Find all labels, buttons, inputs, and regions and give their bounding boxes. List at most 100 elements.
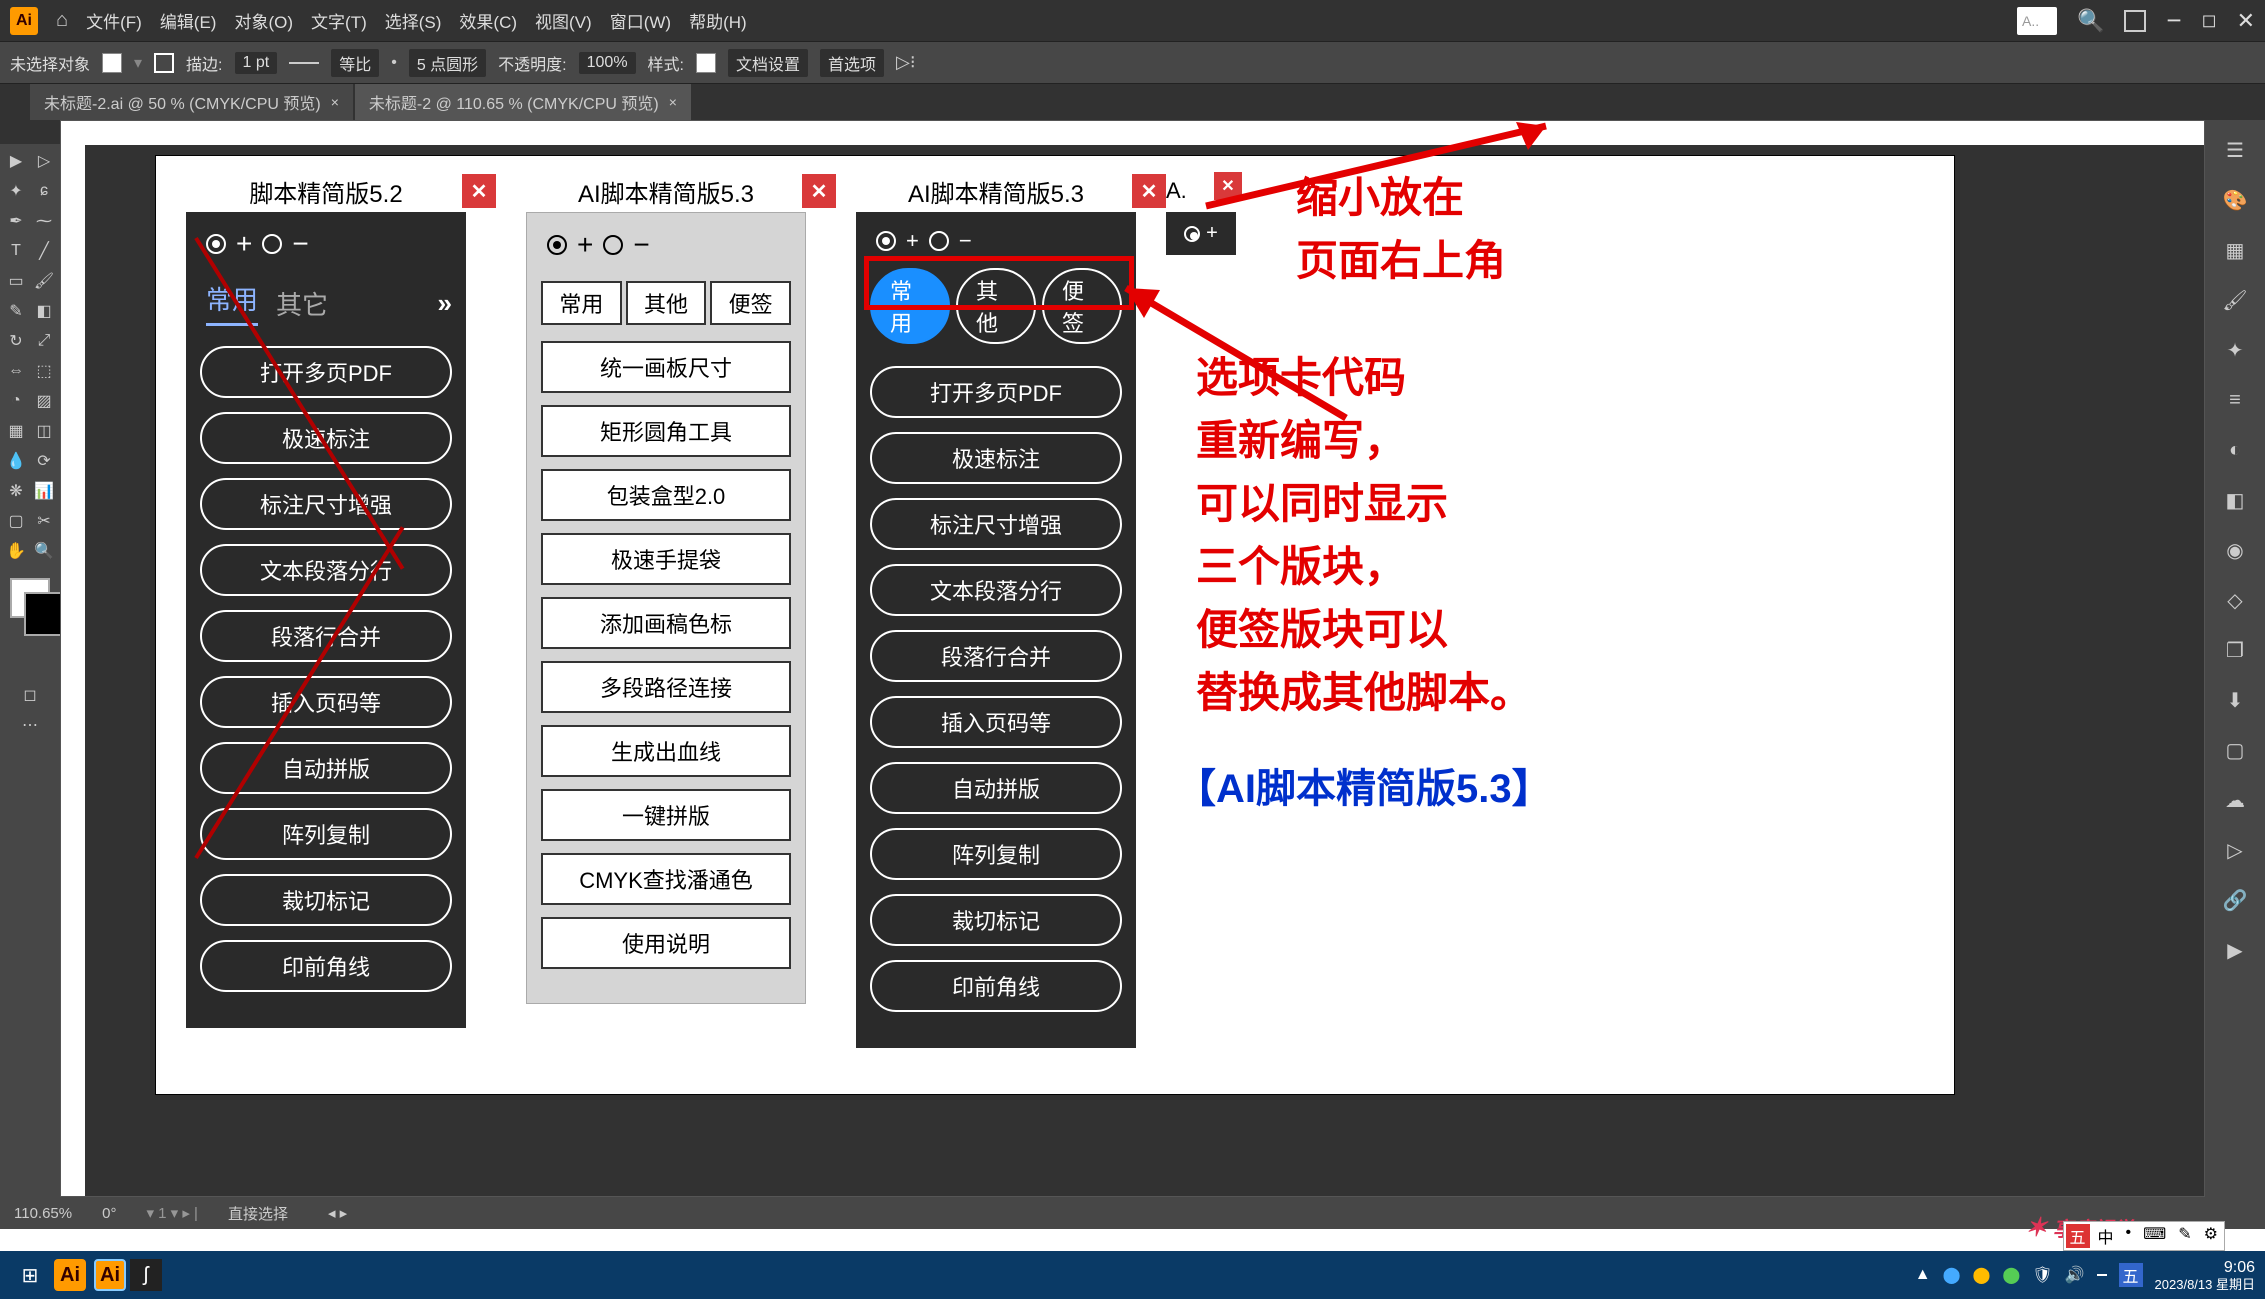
panel-53l-close-button[interactable]: ✕ (802, 174, 836, 208)
panel53d-button-9[interactable]: 印前角线 (870, 960, 1122, 1012)
maximize-icon[interactable]: ◻ (2202, 10, 2217, 31)
blend-tool[interactable]: ⟳ (31, 448, 57, 474)
style-swatch[interactable] (696, 53, 716, 73)
opacity-value[interactable]: 100% (579, 52, 636, 74)
document-tab-2[interactable]: 未标题-2 @ 110.65 % (CMYK/CPU 预览) × (355, 84, 691, 120)
tray-volume-icon[interactable]: 🔊 (2065, 1265, 2085, 1285)
panel53l-button-3[interactable]: 极速手提袋 (541, 533, 791, 585)
gradient-tool[interactable]: ◫ (31, 418, 57, 444)
panel53l-button-0[interactable]: 统一画板尺寸 (541, 341, 791, 393)
tab-common[interactable]: 常用 (541, 281, 622, 325)
asset-icon[interactable]: ⬇ (2219, 684, 2251, 716)
panel52-button-1[interactable]: 极速标注 (200, 412, 452, 464)
panel52-button-4[interactable]: 段落行合并 (200, 610, 452, 662)
selection-tool[interactable]: ▶ (3, 148, 29, 174)
menu-file[interactable]: 文件(F) (86, 8, 142, 33)
panel53l-button-2[interactable]: 包装盒型2.0 (541, 469, 791, 521)
mesh-tool[interactable]: ▦ (3, 418, 29, 444)
close-icon[interactable]: ✕ (2237, 8, 2255, 34)
close-tab-icon[interactable]: × (669, 94, 677, 110)
close-tab-icon[interactable]: × (331, 94, 339, 110)
tray-icon[interactable]: ▲ (1915, 1266, 1931, 1284)
panel52-button-9[interactable]: 印前角线 (200, 940, 452, 992)
type-tool[interactable]: T (3, 238, 29, 264)
transparency-icon[interactable]: ◧ (2219, 484, 2251, 516)
panel52-button-0[interactable]: 打开多页PDF (200, 346, 452, 398)
edit-toolbar-icon[interactable]: ⋯ (17, 712, 43, 738)
stroke-swatch[interactable] (154, 53, 174, 73)
menu-view[interactable]: 视图(V) (535, 8, 592, 33)
menu-type[interactable]: 文字(T) (311, 8, 367, 33)
tray-icon[interactable]: ⬤ (2002, 1265, 2020, 1285)
tray-ime[interactable] (2097, 1274, 2107, 1276)
doc-setup-button[interactable]: 文档设置 (728, 49, 808, 77)
radio-off-icon[interactable] (262, 234, 282, 254)
graph-tool[interactable]: 📊 (31, 478, 57, 504)
tray-icon[interactable]: ⬤ (1943, 1265, 1961, 1285)
taskbar-app[interactable]: ʃ (130, 1259, 162, 1291)
brush-tool[interactable]: 🖌 (31, 268, 57, 294)
properties-icon[interactable]: ☰ (2219, 134, 2251, 166)
panel53l-button-6[interactable]: 生成出血线 (541, 725, 791, 777)
graphic-styles-icon[interactable]: ◇ (2219, 584, 2251, 616)
fill-swatch[interactable] (102, 53, 122, 73)
panel53d-button-0[interactable]: 打开多页PDF (870, 366, 1122, 418)
home-icon[interactable]: ⌂ (56, 9, 68, 32)
radio-on-icon[interactable] (876, 231, 896, 251)
panel53d-button-8[interactable]: 裁切标记 (870, 894, 1122, 946)
ime-indicator[interactable]: 五中•⌨✎⚙ (2063, 1221, 2225, 1251)
direct-select-tool[interactable]: ▷ (31, 148, 57, 174)
appearance-icon[interactable]: ◉ (2219, 534, 2251, 566)
symbol-tool[interactable]: ❋ (3, 478, 29, 504)
radio-off-icon[interactable] (603, 235, 623, 255)
panel52-button-8[interactable]: 裁切标记 (200, 874, 452, 926)
radio-on-icon[interactable] (206, 234, 226, 254)
panel52-button-7[interactable]: 阵列复制 (200, 808, 452, 860)
panel53l-button-1[interactable]: 矩形圆角工具 (541, 405, 791, 457)
radio-on-icon[interactable] (1184, 226, 1200, 242)
panel-52-radio-row[interactable]: + − (200, 228, 452, 260)
menu-effect[interactable]: 效果(C) (459, 8, 517, 33)
taskbar-ai-2[interactable]: Ai (90, 1255, 130, 1295)
color-icon[interactable]: 🎨 (2219, 184, 2251, 216)
zoom-level[interactable]: 110.65% (14, 1205, 72, 1222)
fill-stroke-colors[interactable] (10, 578, 50, 618)
layers-icon[interactable]: ❐ (2219, 634, 2251, 666)
line-tool[interactable]: ╱ (31, 238, 57, 264)
symbols-icon[interactable]: ✦ (2219, 334, 2251, 366)
minimize-icon[interactable]: − (2166, 5, 2181, 36)
start-button[interactable]: ⊞ (10, 1255, 50, 1295)
panel-53d-radio-row[interactable]: + − (870, 228, 1122, 254)
tray-icon[interactable]: ⬤ (1972, 1265, 1990, 1285)
tab-other[interactable]: 其它 (276, 285, 328, 322)
actions-icon[interactable]: ▷ (2219, 834, 2251, 866)
artboard-tool[interactable]: ▢ (3, 508, 29, 534)
rotate-tool[interactable]: ↻ (3, 328, 29, 354)
panel53l-button-4[interactable]: 添加画稿色标 (541, 597, 791, 649)
stroke-weight[interactable]: 1 pt (235, 52, 278, 74)
panel52-button-5[interactable]: 插入页码等 (200, 676, 452, 728)
search-icon[interactable]: 🔍 (2077, 8, 2104, 34)
rect-tool[interactable]: ▭ (3, 268, 29, 294)
eraser-tool[interactable]: ◧ (31, 298, 57, 324)
brush-select[interactable]: 5 点圆形 (409, 49, 486, 77)
wand-tool[interactable]: ✦ (3, 178, 29, 204)
panel-53d-close-button[interactable]: ✕ (1132, 174, 1166, 208)
menu-help[interactable]: 帮助(H) (689, 8, 747, 33)
panel-52-close-button[interactable]: ✕ (462, 174, 496, 208)
shapebuilder-tool[interactable]: ◔ (3, 388, 29, 414)
artboards-icon[interactable]: ▢ (2219, 734, 2251, 766)
pen-tool[interactable]: ✒ (3, 208, 29, 234)
gradient-icon[interactable]: ◐ (2219, 434, 2251, 466)
align-icon[interactable]: ▷⁝ (896, 52, 916, 73)
zoom-tool[interactable]: 🔍 (31, 538, 57, 564)
document-tab-1[interactable]: 未标题-2.ai @ 50 % (CMYK/CPU 预览) × (30, 84, 353, 120)
menu-edit[interactable]: 编辑(E) (160, 8, 217, 33)
panel-53l-radio-row[interactable]: + − (541, 229, 791, 261)
prefs-button[interactable]: 首选项 (820, 49, 884, 77)
hand-tool[interactable]: ✋ (3, 538, 29, 564)
play-icon[interactable]: ▶ (2219, 934, 2251, 966)
panel53l-button-8[interactable]: CMYK查找潘通色 (541, 853, 791, 905)
panel53l-button-5[interactable]: 多段路径连接 (541, 661, 791, 713)
stroke-style-icon[interactable] (289, 62, 319, 64)
